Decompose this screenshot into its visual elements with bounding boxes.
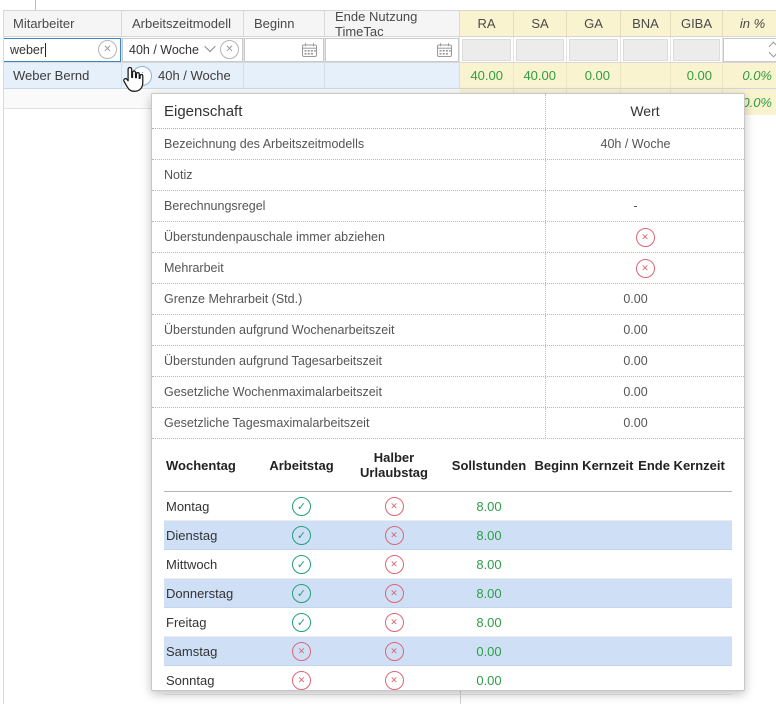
check-circle-icon — [292, 555, 311, 574]
tooltip-header-row: Eigenschaft Wert — [152, 94, 744, 129]
cross-circle-icon — [385, 497, 404, 516]
property-row: Bezeichnung des Arbeitszeitmodells 40h /… — [152, 129, 744, 160]
column-header-ga[interactable]: GA — [567, 11, 621, 36]
top-divider — [35, 0, 36, 10]
percent-filter-spinner[interactable] — [723, 38, 776, 62]
employee-name-cell[interactable]: Weber Bernd — [3, 63, 122, 88]
hand-cursor-icon — [120, 65, 147, 96]
arbeitszeitmodell-filter-select[interactable]: 40h / Woche ✕ — [122, 38, 243, 62]
property-row: Notiz — [152, 160, 744, 191]
cross-circle-icon — [385, 555, 404, 574]
check-circle-icon — [292, 613, 311, 632]
bna-filter-disabled — [623, 39, 668, 61]
beginn-cell[interactable] — [244, 63, 325, 88]
top-strip — [0, 0, 776, 10]
column-header-ende-nutzung[interactable]: Ende Nutzung TimeTac — [325, 11, 460, 36]
column-header-mitarbeiter[interactable]: Mitarbeiter — [3, 11, 122, 36]
weekday-row: Donnerstag 8.00 — [164, 579, 732, 608]
grid-left-border — [3, 10, 4, 704]
ga-filter-disabled — [569, 39, 618, 61]
property-column-header: Eigenschaft — [152, 94, 546, 128]
cross-circle-icon — [648, 352, 667, 371]
cross-circle-icon — [648, 414, 667, 433]
timetac-worktime-model-screen: Mitarbeiter Arbeitszeitmodell Beginn End… — [0, 0, 776, 704]
mitarbeiter-filter-input[interactable]: weber ✕ — [3, 38, 121, 62]
column-header-beginn[interactable]: Beginn — [244, 11, 325, 36]
percent-value-cell[interactable]: 0.0% — [723, 63, 776, 88]
column-header-percent[interactable]: in % — [723, 11, 776, 36]
property-row: Überstundenpauschale immer abziehen — [152, 222, 744, 253]
cross-circle-icon — [638, 197, 657, 216]
ga-value-cell[interactable]: 0.00 — [567, 63, 621, 88]
property-row: Überstunden aufgrund Tagesarbeitszeit 0.… — [152, 346, 744, 377]
ra-value-cell[interactable]: 40.00 — [460, 63, 514, 88]
property-row: Grenze Mehrarbeit (Std.) 0.00 — [152, 284, 744, 315]
cross-circle-icon — [385, 671, 404, 690]
property-row: Überstunden aufgrund Wochenarbeitszeit 0… — [152, 315, 744, 346]
value-column-header: Wert — [546, 94, 744, 128]
cross-circle-icon — [385, 526, 404, 545]
beginn-date-filter[interactable] — [244, 38, 324, 62]
mitarbeiter-filter-text: weber — [10, 43, 44, 57]
column-header-arbeitszeitmodell[interactable]: Arbeitszeitmodell — [122, 11, 244, 36]
text-caret — [45, 43, 46, 57]
weekday-table: Wochentag Arbeitstag Halber Urlaubstag S… — [164, 439, 732, 695]
calendar-icon[interactable] — [436, 42, 453, 58]
cross-circle-icon — [670, 135, 689, 154]
weekday-table-header: Wochentag Arbeitstag Halber Urlaubstag S… — [164, 439, 732, 492]
cross-circle-icon — [385, 642, 404, 661]
ende-nutzung-date-filter[interactable] — [325, 38, 459, 62]
spinner-icon[interactable] — [770, 43, 776, 56]
weekday-row: Samstag 0.00 — [164, 637, 732, 666]
cross-circle-icon — [648, 321, 667, 340]
weekday-row: Mittwoch 8.00 — [164, 550, 732, 579]
giba-value-cell[interactable]: 0.00 — [671, 63, 723, 88]
worktime-model-tooltip: Eigenschaft Wert Bezeichnung des Arbeits… — [151, 93, 745, 691]
arbeitszeitmodell-filter-text: 40h / Woche — [129, 43, 199, 57]
weekday-row: Sonntag 0.00 — [164, 666, 732, 695]
cross-circle-icon — [648, 383, 667, 402]
check-circle-icon — [292, 497, 311, 516]
employee-row[interactable]: Weber Bernd i 40h / Woche 40.00 40.00 0.… — [3, 63, 776, 89]
cross-circle-icon — [636, 259, 655, 278]
clear-filter-icon[interactable]: ✕ — [220, 40, 239, 59]
clear-filter-icon[interactable]: ✕ — [98, 40, 117, 59]
cross-circle-icon — [648, 290, 667, 309]
check-circle-icon — [292, 526, 311, 545]
ende-nutzung-cell[interactable] — [325, 63, 460, 88]
chevron-down-icon[interactable] — [204, 41, 215, 52]
giba-filter-disabled — [673, 39, 720, 61]
cross-circle-icon — [385, 613, 404, 632]
check-circle-icon — [292, 584, 311, 603]
weekday-row: Freitag 8.00 — [164, 608, 732, 637]
cross-circle-icon — [292, 642, 311, 661]
cross-circle-icon — [385, 584, 404, 603]
sa-filter-disabled — [516, 39, 564, 61]
cross-circle-icon — [636, 166, 655, 185]
property-row: Gesetzliche Wochenmaximalarbeitszeit 0.0… — [152, 377, 744, 408]
property-row: Mehrarbeit — [152, 253, 744, 284]
weekday-row: Dienstag 8.00 — [164, 521, 732, 550]
column-header-giba[interactable]: GIBA — [671, 11, 723, 36]
column-header-bna[interactable]: BNA — [621, 11, 671, 36]
grid-header-row: Mitarbeiter Arbeitszeitmodell Beginn End… — [3, 10, 776, 37]
cross-circle-icon — [636, 228, 655, 247]
sa-value-cell[interactable]: 40.00 — [514, 63, 567, 88]
column-header-sa[interactable]: SA — [514, 11, 567, 36]
calendar-icon[interactable] — [301, 42, 318, 58]
grid-filter-row: weber ✕ 40h / Woche ✕ — [3, 37, 776, 63]
cross-circle-icon — [292, 671, 311, 690]
bna-value-cell[interactable] — [621, 63, 671, 88]
column-header-ra[interactable]: RA — [460, 11, 514, 36]
ra-filter-disabled — [462, 39, 511, 61]
weekday-row: Montag 8.00 — [164, 492, 732, 521]
property-row: Berechnungsregel - — [152, 191, 744, 222]
property-row: Gesetzliche Tagesmaximalarbeitszeit 0.00 — [152, 408, 744, 439]
